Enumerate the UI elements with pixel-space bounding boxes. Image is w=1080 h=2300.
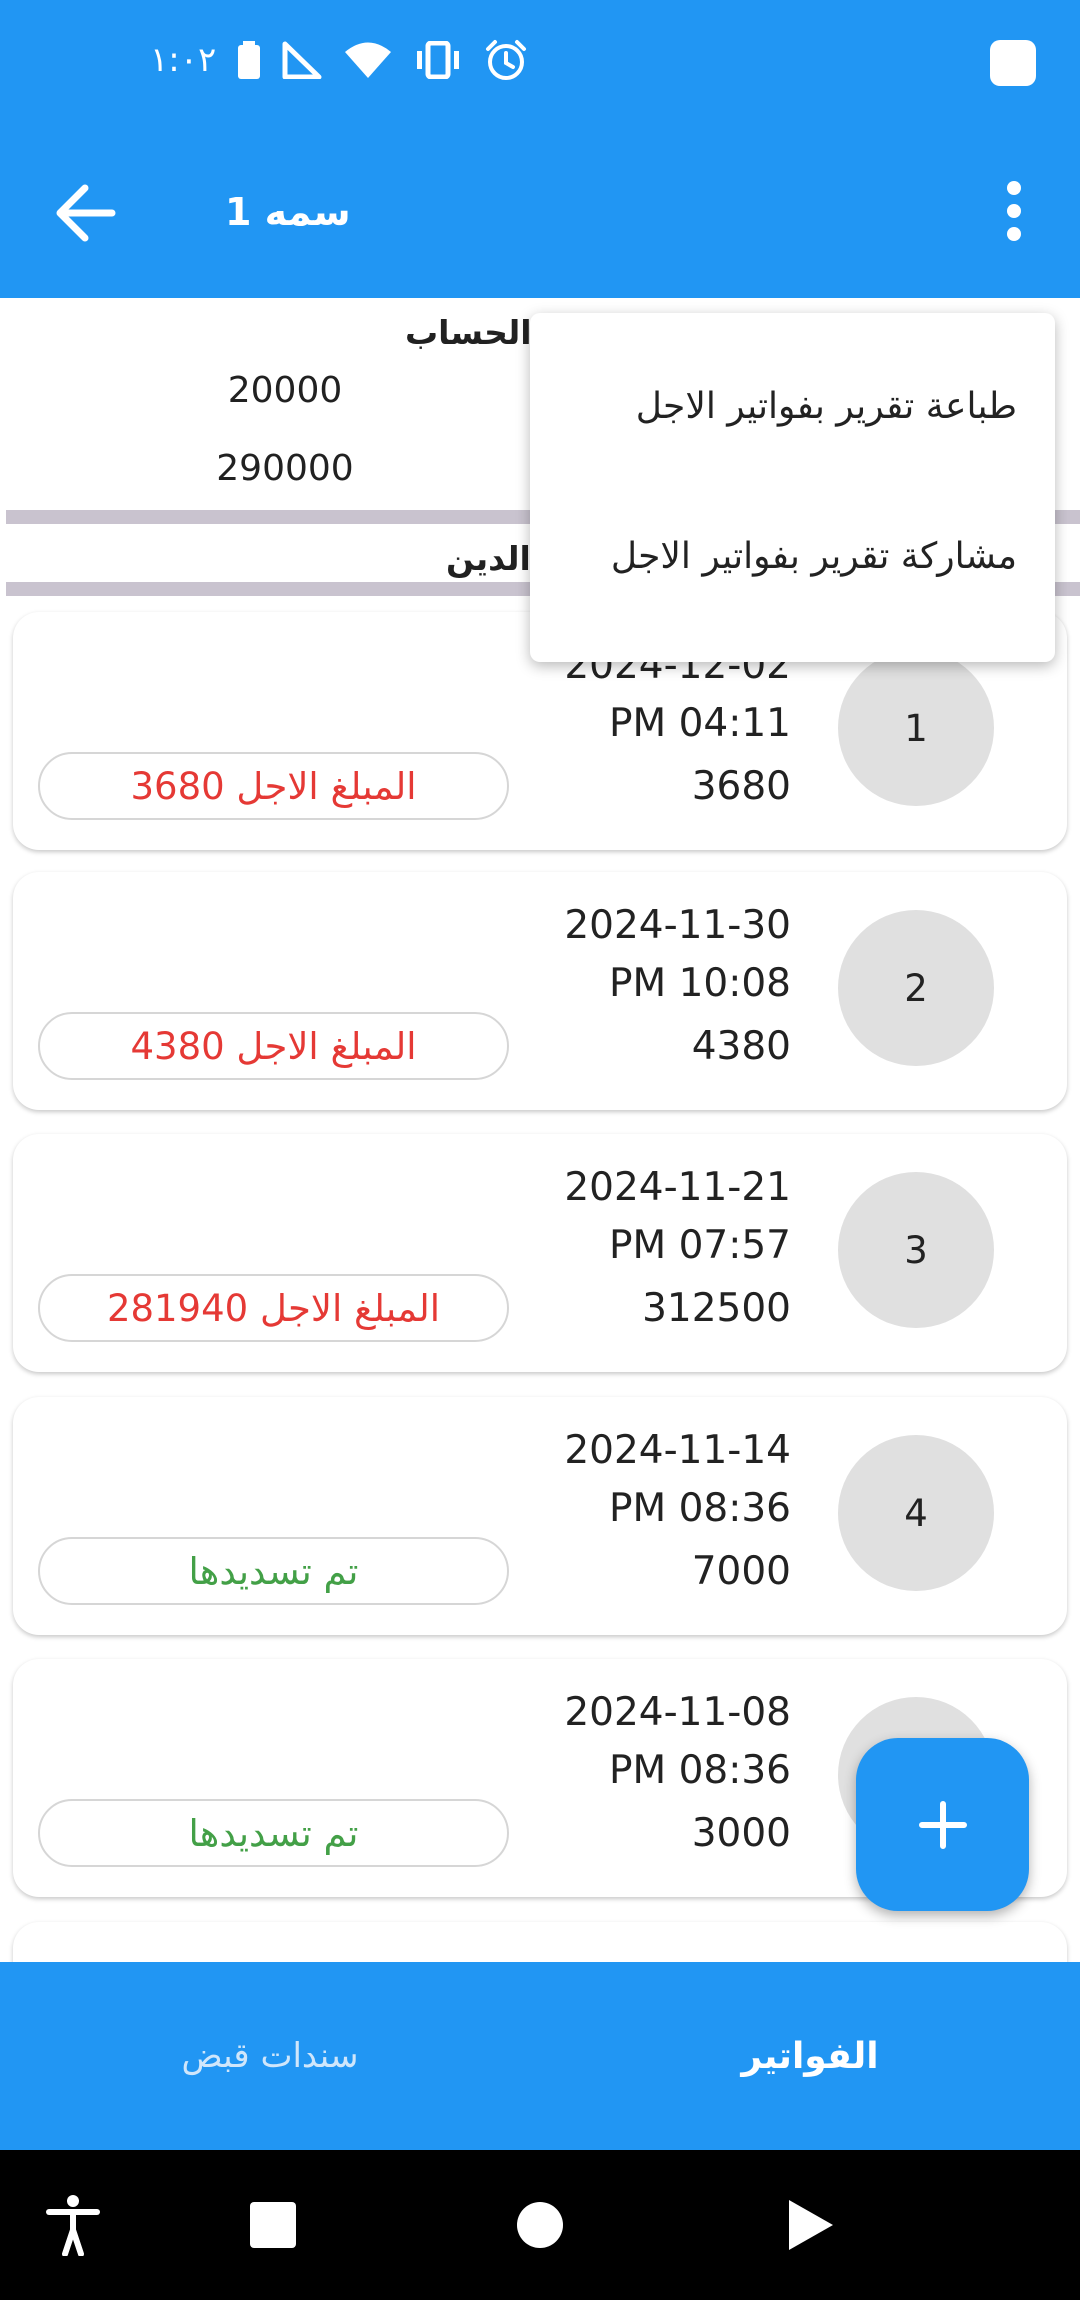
invoice-number: 4 [838,1435,994,1591]
invoice-card[interactable]: 2 2024-11-30 PM 10:08 4380 4380 المبلغ ا… [13,872,1067,1110]
invoice-total: 3680 [691,764,791,809]
summary-value-1: 20000 [227,370,343,411]
tab-invoices[interactable]: الفواتير [540,1962,1080,2150]
status-badge: تم تسديدها [38,1537,509,1605]
invoice-total: 312500 [642,1286,791,1331]
circle-icon [517,2202,563,2248]
invoice-time: PM 07:57 [609,1223,791,1268]
alarm-icon [486,40,527,80]
page-title: سمه 1 [225,190,351,234]
invoice-total: 4380 [691,1024,791,1069]
tab-receipts[interactable]: سندات قبض [0,1962,540,2150]
invoice-date: 2024-11-14 [564,1428,791,1473]
invoice-card[interactable]: 4 2024-11-14 PM 08:36 7000 تم تسديدها [13,1397,1067,1635]
home-button[interactable] [505,2190,575,2260]
options-menu: طباعة تقرير بفواتير الاجل مشاركة تقرير ب… [530,313,1055,662]
wifi-icon [345,42,392,78]
invoice-total: 3000 [691,1811,791,1856]
add-invoice-button[interactable] [856,1738,1029,1911]
status-bar: ١:٠٢ [0,0,1080,120]
status-badge: 3680 المبلغ الاجل [38,752,509,820]
status-badge: 4380 المبلغ الاجل [38,1012,509,1080]
invoice-date: 2024-11-30 [564,903,791,948]
notification-square-icon [990,40,1036,86]
system-navigation-bar [0,2150,1080,2300]
recents-button[interactable] [238,2190,308,2260]
invoice-number: 2 [838,910,994,1066]
invoice-time: PM 08:36 [609,1486,791,1531]
more-vert-icon [1007,181,1021,241]
accessibility-icon [46,2195,100,2256]
app-bar: سمه 1 [0,120,1080,298]
invoice-number: 1 [838,650,994,806]
status-badge: 281940 المبلغ الاجل [38,1274,509,1342]
invoice-time: PM 04:11 [609,701,791,746]
tab-receipts-label: سندات قبض [181,2036,359,2076]
vibrate-icon [417,41,460,79]
summary-value-2: 290000 [216,448,354,489]
invoice-date: 2024-11-08 [564,1690,791,1735]
arrow-back-icon [56,184,116,242]
battery-icon [238,41,261,79]
status-badge: تم تسديدها [38,1799,509,1867]
invoice-time: PM 10:08 [609,961,791,1006]
accessibility-button[interactable] [38,2190,108,2260]
square-icon [250,2202,296,2248]
invoice-card[interactable]: 3 2024-11-21 PM 07:57 312500 281940 المب… [13,1134,1067,1372]
invoice-number: 3 [838,1172,994,1328]
bottom-navigation: سندات قبض الفواتير [0,1962,1080,2150]
triangle-icon [789,2200,833,2250]
status-icons: ١:٠٢ [150,36,528,84]
tab-invoices-label: الفواتير [741,2035,879,2077]
overflow-menu-button[interactable] [984,176,1044,246]
signal-icon [282,41,322,79]
menu-item-share-report[interactable]: مشاركة تقرير بفواتير الاجل [557,517,1017,597]
invoice-date: 2024-11-21 [564,1165,791,1210]
account-heading: الحساب [405,313,532,352]
plus-icon [918,1800,967,1849]
status-time: ١:٠٢ [150,40,217,80]
back-nav-button[interactable] [775,2190,845,2260]
menu-item-print-report[interactable]: طباعة تقرير بفواتير الاجل [557,367,1017,447]
invoice-time: PM 08:36 [609,1748,791,1793]
invoice-total: 7000 [691,1549,791,1594]
debt-heading: الدين [446,539,531,578]
back-button[interactable] [52,178,122,248]
